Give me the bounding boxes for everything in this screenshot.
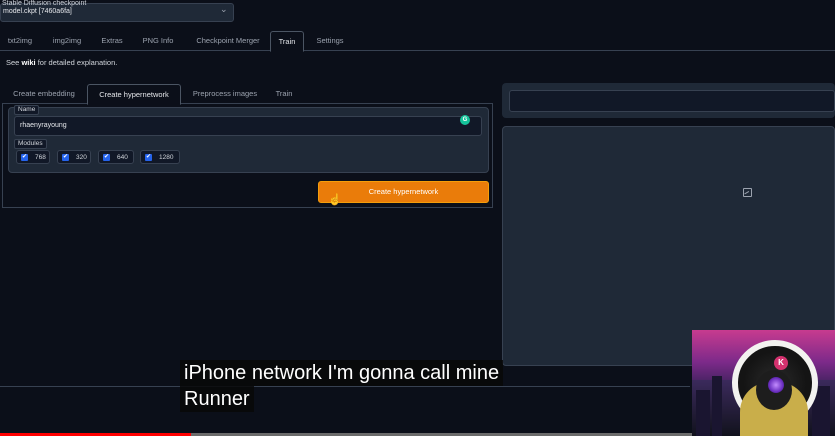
module-640-checkbox[interactable]: ✔ 640 bbox=[98, 150, 134, 164]
module-label: 768 bbox=[35, 154, 46, 161]
tab-extras[interactable]: Extras bbox=[96, 31, 128, 51]
create-hypernetwork-button[interactable]: Create hypernetwork bbox=[318, 181, 489, 203]
module-label: 320 bbox=[76, 154, 87, 161]
output-textbox[interactable] bbox=[509, 90, 835, 112]
modules-label: Modules bbox=[14, 139, 47, 149]
caption-line-1: iPhone network I'm gonna call mine bbox=[180, 360, 504, 386]
checkbox-checked-icon[interactable]: ✔ bbox=[145, 154, 152, 161]
module-320-checkbox[interactable]: ✔ 320 bbox=[57, 150, 91, 164]
module-1280-checkbox[interactable]: ✔ 1280 bbox=[140, 150, 180, 164]
tab-img2img[interactable]: img2img bbox=[46, 31, 88, 51]
checkbox-checked-icon[interactable]: ✔ bbox=[62, 154, 69, 161]
grammarly-icon[interactable]: G bbox=[460, 115, 470, 125]
hand-cursor-icon: ☝ bbox=[328, 194, 342, 206]
tab-txt2img[interactable]: txt2img bbox=[2, 31, 38, 51]
k-badge: K bbox=[774, 356, 788, 370]
checkbox-checked-icon[interactable]: ✔ bbox=[21, 154, 28, 161]
tab-train[interactable]: Train bbox=[270, 31, 304, 52]
train-subtabs: Create embedding Create hypernetwork Pre… bbox=[2, 84, 493, 105]
wiki-suffix: for detailed explanation. bbox=[35, 58, 118, 67]
wiki-help-text: See wiki for detailed explanation. bbox=[6, 58, 117, 67]
subtab-create-embedding[interactable]: Create embedding bbox=[4, 84, 84, 104]
image-icon bbox=[743, 188, 752, 197]
name-label: Name bbox=[14, 105, 40, 115]
checkbox-checked-icon[interactable]: ✔ bbox=[103, 154, 110, 161]
subtab-create-hypernetwork[interactable]: Create hypernetwork bbox=[87, 84, 181, 105]
subtab-preprocess-images[interactable]: Preprocess images bbox=[185, 84, 265, 104]
module-768-checkbox[interactable]: ✔ 768 bbox=[16, 150, 50, 164]
checkpoint-label: Stable Diffusion checkpoint bbox=[2, 0, 87, 7]
webcam-overlay: K bbox=[692, 330, 835, 436]
building bbox=[696, 390, 710, 436]
subtab-train[interactable]: Train bbox=[270, 84, 298, 104]
module-label: 640 bbox=[117, 154, 128, 161]
divider bbox=[0, 386, 690, 387]
building bbox=[712, 376, 722, 436]
name-input[interactable] bbox=[14, 116, 482, 136]
chevron-down-icon[interactable]: ⌄ bbox=[220, 4, 228, 15]
wiki-prefix: See bbox=[6, 58, 22, 67]
tab-settings[interactable]: Settings bbox=[310, 31, 350, 51]
checkpoint-value[interactable]: model.ckpt [7460a6fa] bbox=[3, 8, 72, 16]
tab-png-info[interactable]: PNG Info bbox=[136, 31, 180, 51]
main-tabs: txt2img img2img Extras PNG Info Checkpoi… bbox=[0, 31, 835, 52]
name-value[interactable]: rhaenyrayoung bbox=[20, 122, 67, 129]
wiki-link[interactable]: wiki bbox=[21, 58, 35, 67]
glowing-orb bbox=[768, 377, 784, 393]
caption-line-2: Runner bbox=[180, 386, 254, 412]
tab-checkpoint-merger[interactable]: Checkpoint Merger bbox=[188, 31, 268, 51]
module-label: 1280 bbox=[159, 154, 174, 161]
